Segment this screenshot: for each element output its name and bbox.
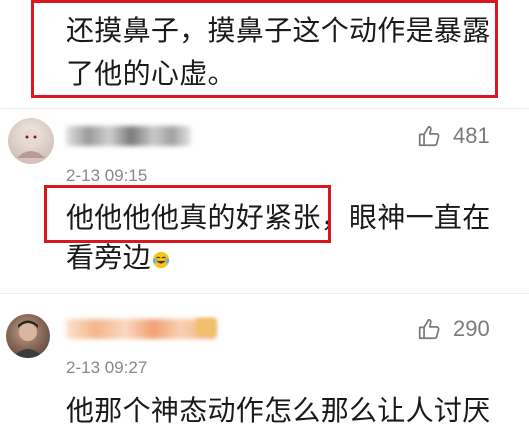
laughing-crying-emoji-icon [152, 251, 170, 269]
avatar[interactable] [6, 314, 50, 358]
comment-text-line-2-text: 看旁边 [66, 241, 151, 274]
user-badge-icon [196, 318, 216, 336]
avatar[interactable] [8, 118, 54, 164]
comment-text-line-1: 他那个神态动作怎么那么让人讨厌 [66, 394, 491, 427]
like-count: 481 [453, 123, 490, 148]
thumbs-up-icon [418, 318, 440, 340]
timestamp: 2-13 09:15 [66, 166, 148, 185]
comment-text-line-2: 看旁边 [66, 241, 170, 275]
divider [0, 293, 529, 294]
avatar-image-icon [17, 129, 45, 158]
avatar-image-icon [12, 320, 44, 358]
highlight-box-post [31, 0, 498, 98]
highlight-box-comment [44, 185, 331, 243]
divider [0, 108, 529, 109]
timestamp: 2-13 09:27 [66, 358, 148, 377]
like-button[interactable]: 481 [417, 123, 490, 149]
username-blurred[interactable] [66, 126, 191, 146]
like-count: 290 [453, 316, 490, 341]
comment-text-rest: 眼神一直在 [349, 201, 491, 234]
username-blurred[interactable] [66, 319, 216, 339]
thumbs-up-icon [418, 125, 440, 147]
like-button[interactable]: 290 [417, 316, 490, 342]
